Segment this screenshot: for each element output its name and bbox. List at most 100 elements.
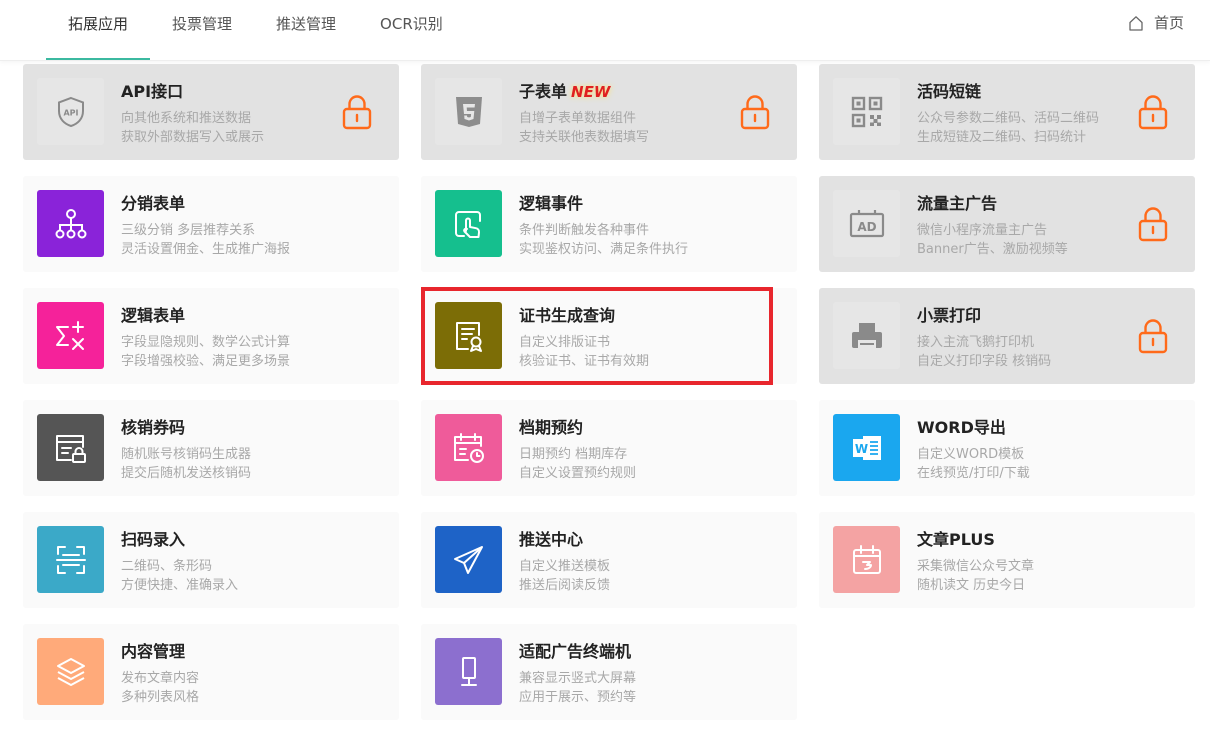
card-desc: 条件判断触发各种事件	[519, 223, 650, 238]
card-title: 逻辑表单	[121, 306, 186, 325]
card-desc: 发布文章内容	[121, 671, 200, 686]
card-desc: 字段增强校验、满足更多场景	[121, 354, 291, 369]
ad-icon: AD	[833, 190, 900, 257]
card-title: 子表单 NEW	[519, 78, 610, 102]
card-desc: 微信小程序流量主广告	[917, 223, 1048, 238]
lock-icon	[739, 94, 771, 134]
card-desc: 实现鉴权访问、满足条件执行	[519, 242, 689, 257]
card-desc: 应用于展示、预约等	[519, 690, 637, 705]
card-coupon-code[interactable]: 核销券码 随机账号核销码生成器 提交后随机发送核销码	[23, 400, 399, 496]
card-traffic-ads[interactable]: AD 流量主广告 微信小程序流量主广告 Banner广告、激励视频等	[819, 176, 1195, 272]
card-title: API接口	[121, 82, 184, 101]
qrcode-icon	[833, 78, 900, 145]
card-desc: 随机账号核销码生成器	[121, 447, 252, 462]
card-desc: 公众号参数二维码、活码二维码	[917, 111, 1100, 126]
scan-icon	[37, 526, 104, 593]
card-push-center[interactable]: 推送中心 自定义推送模板 推送后阅读反馈	[421, 512, 797, 608]
home-label: 首页	[1153, 14, 1184, 32]
tab-extensions[interactable]: 拓展应用	[46, 0, 151, 60]
card-title-text: 子表单	[519, 82, 568, 101]
html5-icon	[435, 78, 502, 145]
card-desc: 自定义WORD模板	[917, 447, 1025, 462]
lock-icon	[1137, 318, 1169, 358]
card-desc: 向其他系统和推送数据	[121, 111, 252, 126]
card-desc: 采集微信公众号文章	[917, 559, 1035, 574]
card-logic-form[interactable]: 逻辑表单 字段显隐规则、数学公式计算 字段增强校验、满足更多场景	[23, 288, 399, 384]
card-desc: 灵活设置佣金、生成推广海报	[121, 242, 291, 257]
svg-text:API: API	[63, 108, 78, 117]
printer-icon	[833, 302, 900, 369]
home-icon	[1129, 15, 1143, 31]
card-title: 小票打印	[917, 306, 982, 325]
tab-bar: 拓展应用 投票管理 推送管理 OCR识别	[46, 0, 465, 60]
card-title: 逻辑事件	[519, 194, 584, 213]
card-title: 适配广告终端机	[519, 642, 632, 661]
card-schedule-booking[interactable]: 档期预约 日期预约 档期库存 自定义设置预约规则	[421, 400, 797, 496]
touch-icon	[435, 190, 502, 257]
card-title: 流量主广告	[917, 194, 998, 213]
card-desc: 核验证书、证书有效期	[519, 354, 650, 369]
card-title: 核销券码	[121, 418, 186, 437]
card-desc: 方便快捷、准确录入	[121, 578, 239, 593]
send-icon	[435, 526, 502, 593]
card-desc: 二维码、条形码	[121, 559, 213, 574]
card-title: 扫码录入	[121, 530, 186, 549]
card-title: 活码短链	[917, 82, 982, 101]
card-desc: 支持关联他表数据填写	[519, 130, 650, 145]
card-distribution-form[interactable]: 分销表单 三级分销 多层推荐关系 灵活设置佣金、生成推广海报	[23, 176, 399, 272]
card-receipt-print[interactable]: 小票打印 接入主流飞鹅打印机 自定义打印字段 核销码	[819, 288, 1195, 384]
card-live-code[interactable]: 活码短链 公众号参数二维码、活码二维码 生成短链及二维码、扫码统计	[819, 64, 1195, 160]
tab-push-management[interactable]: 推送管理	[254, 0, 358, 60]
card-desc: 多种列表风格	[121, 690, 200, 705]
card-desc: 在线预览/打印/下载	[917, 466, 1030, 481]
card-desc: 接入主流飞鹅打印机	[917, 335, 1035, 350]
card-desc: Banner广告、激励视频等	[917, 242, 1068, 257]
card-word-export[interactable]: W WORD导出 自定义WORD模板 在线预览/打印/下载	[819, 400, 1195, 496]
calendar-clock-icon	[435, 414, 502, 481]
card-title: 文章PLUS	[917, 530, 995, 549]
card-scan-input[interactable]: 扫码录入 二维码、条形码 方便快捷、准确录入	[23, 512, 399, 608]
card-ad-kiosk[interactable]: 适配广告终端机 兼容显示竖式大屏幕 应用于展示、预约等	[421, 624, 797, 720]
certificate-icon	[435, 302, 502, 369]
card-content-management[interactable]: 内容管理 发布文章内容 多种列表风格	[23, 624, 399, 720]
card-certificate[interactable]: 证书生成查询 自定义排版证书 核验证书、证书有效期	[421, 288, 797, 384]
tab-ocr[interactable]: OCR识别	[358, 0, 465, 60]
card-api[interactable]: API API接口 向其他系统和推送数据 获取外部数据写入或展示	[23, 64, 399, 160]
svg-text:AD: AD	[857, 220, 876, 234]
card-sub-form[interactable]: 子表单 NEW 自增子表单数据组件 支持关联他表数据填写	[421, 64, 797, 160]
lock-icon	[1137, 206, 1169, 246]
card-desc: 随机读文 历史今日	[917, 578, 1026, 593]
coupon-lock-icon	[37, 414, 104, 481]
formula-icon	[37, 302, 104, 369]
card-logic-events[interactable]: 逻辑事件 条件判断触发各种事件 实现鉴权访问、满足条件执行	[421, 176, 797, 272]
api-icon: API	[37, 78, 104, 145]
card-title: 档期预约	[519, 418, 584, 437]
card-desc: 自增子表单数据组件	[519, 111, 637, 126]
lock-icon	[1137, 94, 1169, 134]
card-desc: 三级分销 多层推荐关系	[121, 223, 256, 238]
card-desc: 自定义排版证书	[519, 335, 611, 350]
layers-icon	[37, 638, 104, 705]
word-icon: W	[833, 414, 900, 481]
card-desc: 日期预约 档期库存	[519, 447, 628, 462]
card-desc: 自定义推送模板	[519, 559, 611, 574]
card-desc: 生成短链及二维码、扫码统计	[917, 130, 1087, 145]
home-link[interactable]: 首页	[1128, 12, 1184, 33]
tab-vote-management[interactable]: 投票管理	[150, 0, 254, 60]
card-title: WORD导出	[917, 418, 1006, 437]
hierarchy-icon	[37, 190, 104, 257]
top-nav: 拓展应用 投票管理 推送管理 OCR识别 首页	[0, 0, 1210, 61]
card-title: 推送中心	[519, 530, 584, 549]
kiosk-icon	[435, 638, 502, 705]
card-title: 证书生成查询	[519, 306, 616, 325]
card-desc: 字段显隐规则、数学公式计算	[121, 335, 291, 350]
article-calendar-icon	[833, 526, 900, 593]
card-desc: 自定义设置预约规则	[519, 466, 637, 481]
card-desc: 自定义打印字段 核销码	[917, 354, 1052, 369]
card-desc: 获取外部数据写入或展示	[121, 130, 265, 145]
card-title: 分销表单	[121, 194, 186, 213]
card-article-plus[interactable]: 文章PLUS 采集微信公众号文章 随机读文 历史今日	[819, 512, 1195, 608]
card-desc: 兼容显示竖式大屏幕	[519, 671, 637, 686]
svg-text:W: W	[854, 442, 867, 456]
card-title: 内容管理	[121, 642, 186, 661]
